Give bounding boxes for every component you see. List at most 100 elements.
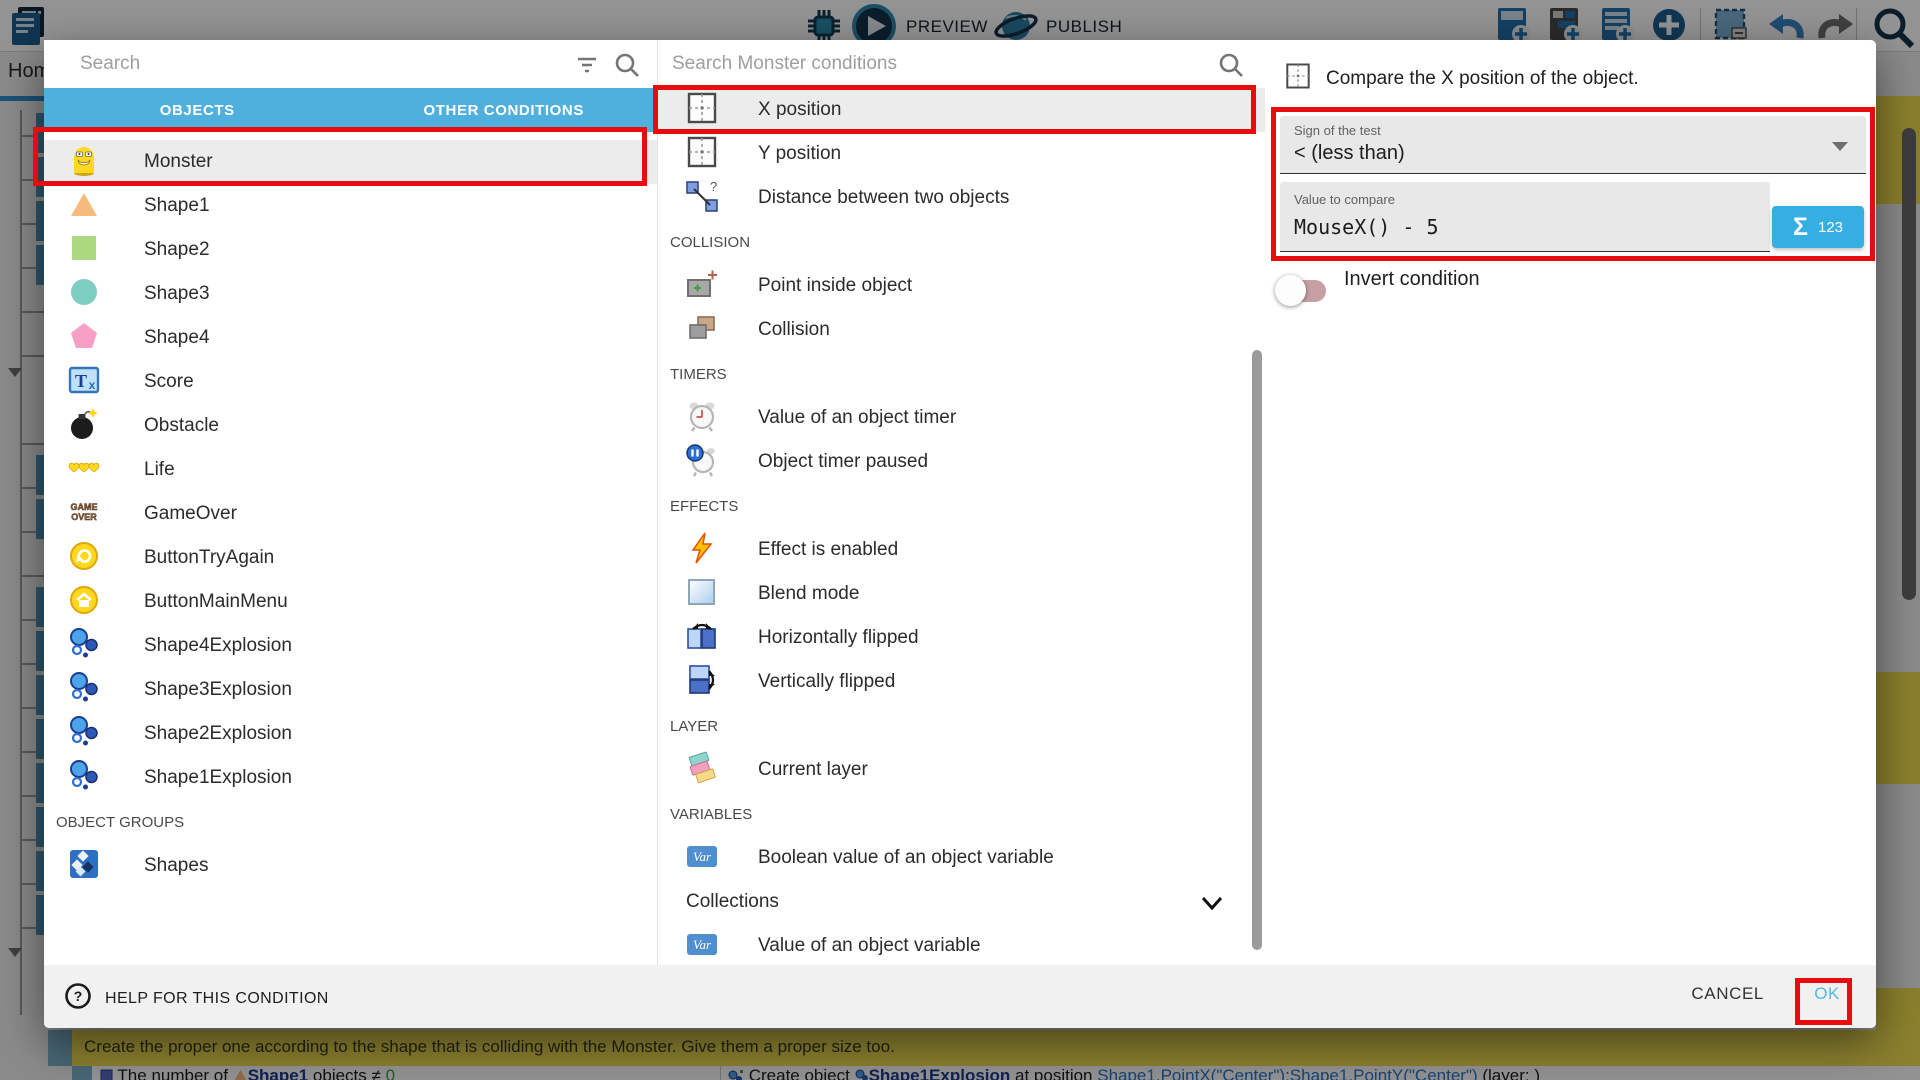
object-item-shape1explosion[interactable]: Shape1Explosion: [44, 756, 657, 800]
particle-emitter-icon: [56, 715, 112, 754]
object-item-life[interactable]: Life: [44, 448, 657, 492]
condition-item-label: Value of an object variable: [758, 935, 981, 957]
svg-text:Var: Var: [693, 937, 712, 952]
tab-other-conditions[interactable]: OTHER CONDITIONS: [351, 88, 658, 132]
hearts-icon: [67, 451, 101, 490]
object-item-label: ButtonMainMenu: [144, 591, 288, 613]
object-search-row: [44, 40, 657, 88]
collision-icon: [674, 311, 730, 350]
timer-icon: [685, 399, 719, 438]
particle-emitter-icon: [56, 671, 112, 710]
distance-icon: ?: [674, 179, 730, 218]
condition-description: Compare the X position of the object.: [1326, 68, 1639, 90]
restart-button-icon: [56, 539, 112, 578]
condition-item-object-timer-paused[interactable]: Object timer paused: [658, 440, 1265, 484]
object-item-shape3explosion[interactable]: Shape3Explosion: [44, 668, 657, 712]
condition-item-distance-between-two-objects[interactable]: ?Distance between two objects: [658, 176, 1265, 220]
sign-of-test-value: < (less than): [1294, 142, 1405, 165]
object-item-shape2explosion[interactable]: Shape2Explosion: [44, 712, 657, 756]
condition-search-input[interactable]: [658, 40, 1265, 88]
object-item-buttonmainmenu[interactable]: ButtonMainMenu: [44, 580, 657, 624]
flip-vertical-icon: [685, 663, 719, 702]
object-item-monster[interactable]: Monster: [44, 140, 657, 184]
flip-vertical-icon: [674, 663, 730, 702]
object-item-buttontryagain[interactable]: ButtonTryAgain: [44, 536, 657, 580]
condition-item-label: Object timer paused: [758, 451, 928, 473]
help-link[interactable]: ? HELP FOR THIS CONDITION: [64, 982, 329, 1015]
search-icon[interactable]: [1217, 51, 1245, 84]
collision-icon: [685, 311, 719, 350]
object-item-shape4[interactable]: Shape4: [44, 316, 657, 360]
condition-item-vertically-flipped[interactable]: Vertically flipped: [658, 660, 1265, 704]
condition-item-label: Horizontally flipped: [758, 627, 919, 649]
group-item-shapes[interactable]: Shapes: [44, 844, 657, 888]
home-button-icon: [67, 583, 101, 622]
condition-item-label: Current layer: [758, 759, 868, 781]
help-icon: ?: [64, 982, 92, 1015]
object-item-obstacle[interactable]: Obstacle: [44, 404, 657, 448]
search-icon[interactable]: [613, 51, 641, 84]
condition-item-boolean-value-of-an-object-variable[interactable]: VarBoolean value of an object variable: [658, 836, 1265, 880]
condition-item-value-of-an-object-timer[interactable]: Value of an object timer: [658, 396, 1265, 440]
object-item-score[interactable]: TxScore: [44, 360, 657, 404]
field-label: Sign of the test: [1294, 123, 1381, 138]
bomb-icon: [67, 407, 101, 446]
condition-item-label: Value of an object timer: [758, 407, 956, 429]
particle-emitter-icon: [67, 671, 101, 710]
sign-of-test-dropdown[interactable]: Sign of the test < (less than): [1280, 116, 1866, 174]
object-item-shape3[interactable]: Shape3: [44, 272, 657, 316]
circle-icon: [56, 275, 112, 314]
condition-item-collections[interactable]: Collections: [658, 880, 1265, 924]
object-item-shape4explosion[interactable]: Shape4Explosion: [44, 624, 657, 668]
object-item-label: Shape3: [144, 283, 210, 305]
object-item-shape2[interactable]: Shape2: [44, 228, 657, 272]
object-item-gameover[interactable]: GAMEOVERGameOver: [44, 492, 657, 536]
condition-item-x-position[interactable]: X position: [658, 88, 1265, 132]
invert-condition-toggle[interactable]: [1280, 280, 1326, 302]
object-groups-header: OBJECT GROUPS: [44, 800, 657, 844]
condition-search-row: [658, 40, 1265, 88]
pentagon-icon: [67, 319, 101, 358]
particle-emitter-icon: [67, 627, 101, 666]
section-header-variables: VARIABLES: [658, 792, 1265, 836]
object-item-shape1[interactable]: Shape1: [44, 184, 657, 228]
condition-detail-panel: [1265, 40, 1876, 965]
condition-item-value-of-an-object-variable[interactable]: Var Value of an object variable: [658, 924, 1265, 965]
particle-emitter-icon: [56, 627, 112, 666]
lightning-icon: [685, 531, 719, 570]
value-to-compare-field[interactable]: Value to compare MouseX() - 5: [1280, 182, 1770, 252]
blend-mode-icon: [674, 575, 730, 614]
layers-icon: [674, 751, 730, 790]
object-list: MonsterShape1 Shape2 Shape3 Shape4 TxScoreOb…: [44, 132, 657, 888]
condition-item-horizontally-flipped[interactable]: Horizontally flipped: [658, 616, 1265, 660]
condition-item-collision[interactable]: Collision: [658, 308, 1265, 352]
object-item-label: Shape2: [144, 239, 210, 261]
condition-item-blend-mode[interactable]: Blend mode: [658, 572, 1265, 616]
condition-item-current-layer[interactable]: Current layer: [658, 748, 1265, 792]
pentagon-icon: [56, 319, 112, 358]
object-item-label: Shape4: [144, 327, 210, 349]
filter-icon[interactable]: [574, 51, 600, 82]
condition-item-label: Y position: [758, 143, 841, 165]
svg-text:?: ?: [710, 179, 717, 194]
condition-list: X position Y position ?Distance between tw…: [658, 88, 1265, 965]
svg-text:?: ?: [74, 988, 83, 1004]
object-search-input[interactable]: [44, 40, 657, 88]
condition-list-scrollbar[interactable]: [1252, 350, 1262, 950]
object-item-label: Life: [144, 459, 175, 481]
position-icon: [674, 135, 730, 174]
variable-icon: Var: [685, 839, 719, 878]
cancel-button[interactable]: CANCEL: [1691, 984, 1764, 1004]
condition-item-effect-is-enabled[interactable]: Effect is enabled: [658, 528, 1265, 572]
condition-item-y-position[interactable]: Y position: [658, 132, 1265, 176]
chevron-down-icon[interactable]: [1199, 890, 1225, 921]
object-group-icon: [56, 847, 112, 886]
tab-objects[interactable]: OBJECTS: [44, 88, 351, 132]
variable-icon: Var: [674, 927, 730, 966]
particle-emitter-icon: [67, 715, 101, 754]
expression-editor-button[interactable]: Σ 123: [1772, 206, 1864, 248]
ok-button[interactable]: OK: [1814, 984, 1840, 1004]
home-button-icon: [56, 583, 112, 622]
object-item-label: ButtonTryAgain: [144, 547, 274, 569]
condition-item-point-inside-object[interactable]: Point inside object: [658, 264, 1265, 308]
